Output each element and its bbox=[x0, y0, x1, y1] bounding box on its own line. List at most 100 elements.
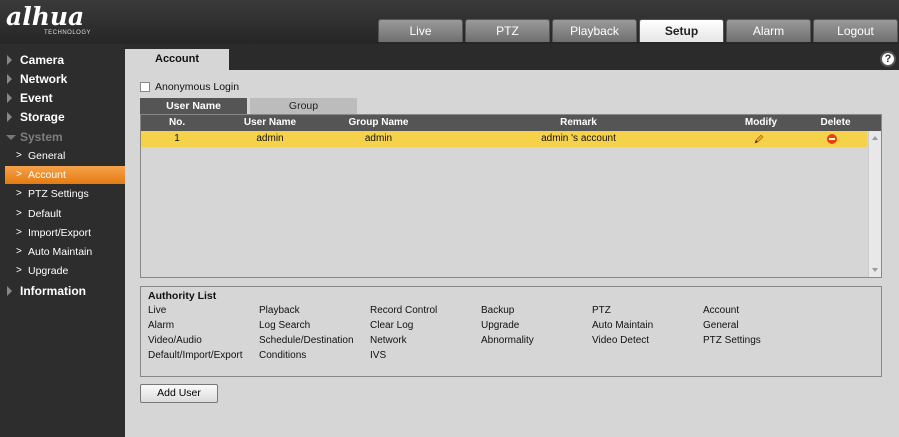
authority-item: Default/Import/Export bbox=[148, 350, 243, 361]
table-scrollbar[interactable] bbox=[868, 131, 881, 277]
sidebar-item-general[interactable]: > General bbox=[0, 147, 125, 165]
sidebar-item-label: General bbox=[28, 150, 66, 162]
anonymous-login-checkbox[interactable] bbox=[140, 82, 150, 92]
scroll-up-icon[interactable] bbox=[872, 136, 878, 140]
authority-item: Video/Audio bbox=[148, 335, 202, 346]
table-row[interactable]: 1 admin admin admin 's account bbox=[141, 131, 867, 147]
cell-group-name: admin bbox=[364, 133, 393, 144]
authority-item: Account bbox=[703, 305, 740, 316]
authority-item: Video Detect bbox=[592, 335, 650, 346]
header-user-name: User Name bbox=[243, 117, 297, 128]
sidebar-section-camera[interactable]: Camera bbox=[0, 51, 125, 69]
sidebar-item-label: Account bbox=[28, 169, 66, 181]
nav-tab-live[interactable]: Live bbox=[378, 19, 463, 42]
chevron-right-icon: > bbox=[16, 227, 22, 238]
sidebar-section-information[interactable]: Information bbox=[0, 282, 125, 300]
expand-triangle-icon bbox=[7, 93, 12, 103]
sidebar-item-upgrade[interactable]: > Upgrade bbox=[0, 262, 125, 280]
cell-no: 1 bbox=[174, 133, 180, 144]
collapse-triangle-icon bbox=[6, 135, 16, 140]
help-icon[interactable]: ? bbox=[880, 51, 896, 67]
authority-item: Schedule/Destination bbox=[259, 335, 354, 346]
nav-tab-ptz[interactable]: PTZ bbox=[465, 19, 550, 42]
sidebar-item-label: Default bbox=[28, 208, 62, 220]
authority-item: Log Search bbox=[259, 320, 311, 331]
authority-item: Live bbox=[148, 305, 167, 316]
authority-list: Authority List Live Playback Record Contro… bbox=[140, 286, 882, 377]
add-user-button[interactable]: Add User bbox=[140, 384, 218, 403]
authority-item: Record Control bbox=[370, 305, 438, 316]
user-table: No. User Name Group Name Remark Modify D… bbox=[140, 114, 882, 278]
chevron-right-icon: > bbox=[16, 265, 22, 276]
sidebar-section-label: Storage bbox=[20, 110, 65, 124]
authority-list-title: Authority List bbox=[148, 290, 217, 302]
scroll-down-icon[interactable] bbox=[872, 268, 878, 272]
sidebar-section-label: System bbox=[20, 130, 63, 144]
panel-title-bar: Account ? bbox=[125, 49, 899, 70]
authority-item: Clear Log bbox=[370, 320, 414, 331]
tab-user-name[interactable]: User Name bbox=[140, 98, 247, 114]
nav-tab-playback[interactable]: Playback bbox=[552, 19, 637, 42]
delete-icon[interactable] bbox=[827, 134, 837, 144]
chevron-right-icon: > bbox=[16, 208, 22, 219]
nav-tab-alarm[interactable]: Alarm bbox=[726, 19, 811, 42]
table-header: No. User Name Group Name Remark Modify D… bbox=[141, 115, 881, 131]
sidebar-item-account[interactable]: > Account bbox=[5, 166, 125, 184]
chevron-right-icon: > bbox=[16, 169, 22, 180]
sidebar-item-auto-maintain[interactable]: > Auto Maintain bbox=[0, 243, 125, 261]
authority-item: Alarm bbox=[148, 320, 175, 331]
sidebar-item-label: PTZ Settings bbox=[28, 188, 89, 200]
dahua-logo: alhua TECHNOLOGY bbox=[4, 2, 114, 38]
tab-group[interactable]: Group bbox=[250, 98, 357, 114]
sidebar-section-label: Network bbox=[20, 72, 68, 86]
sidebar: Camera Network Event Storage System > Gen… bbox=[0, 44, 125, 437]
header-modify: Modify bbox=[744, 117, 778, 128]
expand-triangle-icon bbox=[7, 112, 12, 122]
authority-item: IVS bbox=[370, 350, 387, 361]
sidebar-item-default[interactable]: > Default bbox=[0, 205, 125, 223]
authority-item: Abnormality bbox=[481, 335, 534, 346]
header-delete: Delete bbox=[820, 117, 851, 128]
logo-tagline: TECHNOLOGY bbox=[44, 30, 92, 36]
authority-item: Network bbox=[370, 335, 407, 346]
nav-tab-logout[interactable]: Logout bbox=[813, 19, 898, 42]
cell-remark: admin 's account bbox=[541, 133, 616, 144]
anonymous-login-label: Anonymous Login bbox=[155, 81, 240, 93]
authority-item: General bbox=[703, 320, 739, 331]
logo-brand: alhua bbox=[6, 2, 85, 31]
pencil-icon[interactable] bbox=[753, 133, 765, 145]
cell-user-name: admin bbox=[256, 133, 284, 144]
page-title-tab: Account bbox=[125, 49, 229, 70]
authority-item: PTZ bbox=[592, 305, 611, 316]
sidebar-item-label: Import/Export bbox=[28, 227, 92, 239]
sidebar-section-storage[interactable]: Storage bbox=[0, 108, 125, 126]
expand-triangle-icon bbox=[7, 286, 12, 296]
header-no: No. bbox=[169, 117, 186, 128]
sidebar-item-label: Auto Maintain bbox=[28, 246, 93, 258]
expand-triangle-icon bbox=[7, 55, 12, 65]
authority-item: Auto Maintain bbox=[592, 320, 654, 331]
expand-triangle-icon bbox=[7, 74, 12, 84]
authority-item: Backup bbox=[481, 305, 515, 316]
nav-tab-setup[interactable]: Setup bbox=[639, 19, 724, 42]
authority-item: Upgrade bbox=[481, 320, 520, 331]
sidebar-section-system[interactable]: System bbox=[0, 128, 125, 146]
sidebar-section-label: Information bbox=[20, 284, 86, 298]
main-panel: Account ? Anonymous Login User Name Grou… bbox=[125, 49, 899, 437]
authority-item: Playback bbox=[259, 305, 300, 316]
sidebar-item-import-export[interactable]: > Import/Export bbox=[0, 224, 125, 242]
sidebar-item-ptz-settings[interactable]: > PTZ Settings bbox=[0, 185, 125, 203]
chevron-right-icon: > bbox=[16, 150, 22, 161]
authority-item: PTZ Settings bbox=[703, 335, 761, 346]
sidebar-section-event[interactable]: Event bbox=[0, 89, 125, 107]
sidebar-section-network[interactable]: Network bbox=[0, 70, 125, 88]
header-remark: Remark bbox=[560, 117, 597, 128]
sidebar-section-label: Event bbox=[20, 91, 53, 105]
sidebar-section-label: Camera bbox=[20, 53, 65, 67]
header-bar: alhua TECHNOLOGY Live PTZ Playback Setup… bbox=[0, 0, 899, 44]
chevron-right-icon: > bbox=[16, 188, 22, 199]
chevron-right-icon: > bbox=[16, 246, 22, 257]
sidebar-item-label: Upgrade bbox=[28, 265, 69, 277]
authority-item: Conditions bbox=[259, 350, 307, 361]
header-group-name: Group Name bbox=[348, 117, 409, 128]
